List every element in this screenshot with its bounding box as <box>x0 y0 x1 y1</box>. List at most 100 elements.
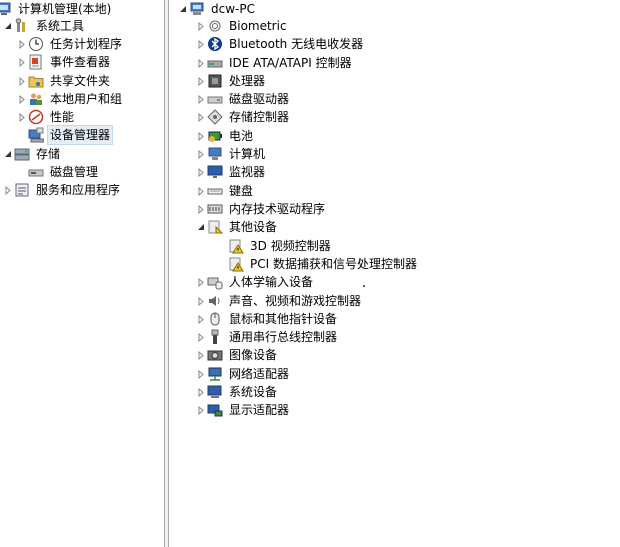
expand-arrow-icon[interactable] <box>196 90 205 108</box>
warning-icon <box>228 238 244 254</box>
disk-drive-icon <box>207 91 223 107</box>
collapse-arrow-icon[interactable] <box>3 145 12 163</box>
device-tree-root[interactable]: dcw-PC <box>178 0 257 18</box>
device-manager-icon <box>28 127 44 143</box>
device-category-other-devices[interactable]: 其他设备 <box>196 218 279 236</box>
tree-node-local-users-groups[interactable]: 本地用户和组 <box>17 90 124 108</box>
collapse-arrow-icon[interactable] <box>178 0 187 18</box>
expand-arrow-icon[interactable] <box>3 181 12 199</box>
usb-icon <box>207 329 223 345</box>
expand-arrow-icon[interactable] <box>17 53 26 71</box>
device-category-network-adapters[interactable]: 网络适配器 <box>196 365 291 383</box>
expand-arrow-icon[interactable] <box>196 310 205 328</box>
expand-arrow-icon[interactable] <box>196 145 205 163</box>
category-label: 电池 <box>229 129 254 143</box>
device-category-memory-tech[interactable]: 内存技术驱动程序 <box>196 200 327 218</box>
tools-icon <box>14 18 30 34</box>
expand-arrow-icon[interactable] <box>196 365 205 383</box>
tree-label: 存储 <box>36 147 61 161</box>
device-category-processors[interactable]: 处理器 <box>196 72 267 90</box>
category-label: 处理器 <box>229 74 266 88</box>
expand-arrow-icon[interactable] <box>17 108 26 126</box>
expand-arrow-icon[interactable] <box>196 35 205 53</box>
device-category-keyboards[interactable]: 键盘 <box>196 182 255 200</box>
expand-arrow-icon[interactable] <box>196 72 205 90</box>
expand-arrow-icon[interactable] <box>196 182 205 200</box>
category-label: 显示适配器 <box>229 403 290 417</box>
computer-name: dcw-PC <box>211 2 255 16</box>
category-label: 网络适配器 <box>229 367 290 381</box>
pane-splitter[interactable] <box>164 0 169 547</box>
expand-arrow-icon[interactable] <box>196 346 205 364</box>
expand-arrow-icon[interactable] <box>17 35 26 53</box>
expand-arrow-icon[interactable] <box>196 127 205 145</box>
tree-label: 磁盘管理 <box>50 165 99 179</box>
keyboard-icon <box>207 183 223 199</box>
device-category-hid[interactable]: 人体学输入设备 <box>196 273 315 291</box>
category-label: 计算机 <box>229 147 266 161</box>
camera-icon <box>207 347 223 363</box>
device-category-display-adapters[interactable]: 显示适配器 <box>196 401 291 419</box>
category-label: 通用串行总线控制器 <box>229 330 338 344</box>
bluetooth-icon <box>207 36 223 52</box>
category-label: 存储控制器 <box>229 110 290 124</box>
device-category-bluetooth[interactable]: Bluetooth 无线电收发器 <box>196 35 365 53</box>
device-category-computer[interactable]: 计算机 <box>196 145 267 163</box>
expand-arrow-icon[interactable] <box>196 383 205 401</box>
tree-node-disk-management[interactable]: 磁盘管理 <box>28 163 100 181</box>
device-category-biometric[interactable]: Biometric <box>196 17 289 35</box>
ide-controller-icon <box>207 55 223 71</box>
device-category-imaging[interactable]: 图像设备 <box>196 346 279 364</box>
device-category-monitors[interactable]: 监视器 <box>196 163 267 181</box>
tree-label: 性能 <box>50 110 75 124</box>
device-category-batteries[interactable]: 电池 <box>196 127 255 145</box>
tree-node-storage[interactable]: 存储 <box>3 145 62 163</box>
category-label: 声音、视频和游戏控制器 <box>229 294 362 308</box>
category-label: 鼠标和其他指针设备 <box>229 312 338 326</box>
expand-arrow-icon[interactable] <box>196 273 205 291</box>
tree-node-shared-folders[interactable]: 共享文件夹 <box>17 72 112 90</box>
memory-icon <box>207 201 223 217</box>
console-tree-pane: 计算机管理(本地) 系统工具 任务计划程序 事件查看器 共享文件夹 本地用户和组… <box>0 0 164 547</box>
device-category-storage-controllers[interactable]: 存储控制器 <box>196 108 291 126</box>
collapse-arrow-icon[interactable] <box>3 17 12 35</box>
tree-node-task-scheduler[interactable]: 任务计划程序 <box>17 35 124 53</box>
tree-node-computer-management[interactable]: 计算机管理(本地) <box>0 0 113 18</box>
tree-node-system-tools[interactable]: 系统工具 <box>3 17 86 35</box>
expand-arrow-icon[interactable] <box>17 72 26 90</box>
monitor-icon <box>207 164 223 180</box>
device-category-ide-ata[interactable]: IDE ATA/ATAPI 控制器 <box>196 54 354 72</box>
expand-arrow-icon[interactable] <box>196 200 205 218</box>
processor-icon <box>207 73 223 89</box>
device-category-disk-drives[interactable]: 磁盘驱动器 <box>196 90 291 108</box>
expand-arrow-icon[interactable] <box>196 292 205 310</box>
expand-arrow-icon[interactable] <box>17 90 26 108</box>
tree-node-device-manager[interactable]: 设备管理器 <box>28 125 114 145</box>
warning-icon <box>228 256 244 272</box>
tree-node-performance[interactable]: 性能 <box>17 108 76 126</box>
expand-arrow-icon[interactable] <box>196 108 205 126</box>
device-label: 3D 视频控制器 <box>250 239 331 253</box>
category-label: 内存技术驱动程序 <box>229 202 326 216</box>
expand-arrow-icon[interactable] <box>196 54 205 72</box>
device-category-mice[interactable]: 鼠标和其他指针设备 <box>196 310 339 328</box>
storage-icon <box>14 146 30 162</box>
expand-arrow-icon[interactable] <box>196 163 205 181</box>
expand-arrow-icon[interactable] <box>196 328 205 346</box>
expand-arrow-icon[interactable] <box>196 17 205 35</box>
fingerprint-icon <box>207 18 223 34</box>
collapse-arrow-icon[interactable] <box>196 218 205 236</box>
tree-node-event-viewer[interactable]: 事件查看器 <box>17 53 112 71</box>
device-3d-video-controller[interactable]: 3D 视频控制器 <box>228 237 333 255</box>
tree-node-services-apps[interactable]: 服务和应用程序 <box>3 181 122 199</box>
network-icon <box>207 366 223 382</box>
computer-icon <box>189 1 205 17</box>
computer-icon <box>207 146 223 162</box>
device-pci-data-capture-controller[interactable]: PCI 数据捕获和信号处理控制器 <box>228 255 419 273</box>
users-icon <box>28 91 44 107</box>
device-category-system-devices[interactable]: 系统设备 <box>196 383 279 401</box>
expand-arrow-icon[interactable] <box>196 401 205 419</box>
tree-label: 任务计划程序 <box>50 37 123 51</box>
device-category-usb[interactable]: 通用串行总线控制器 <box>196 328 339 346</box>
device-category-sound-video-game[interactable]: 声音、视频和游戏控制器 <box>196 292 363 310</box>
